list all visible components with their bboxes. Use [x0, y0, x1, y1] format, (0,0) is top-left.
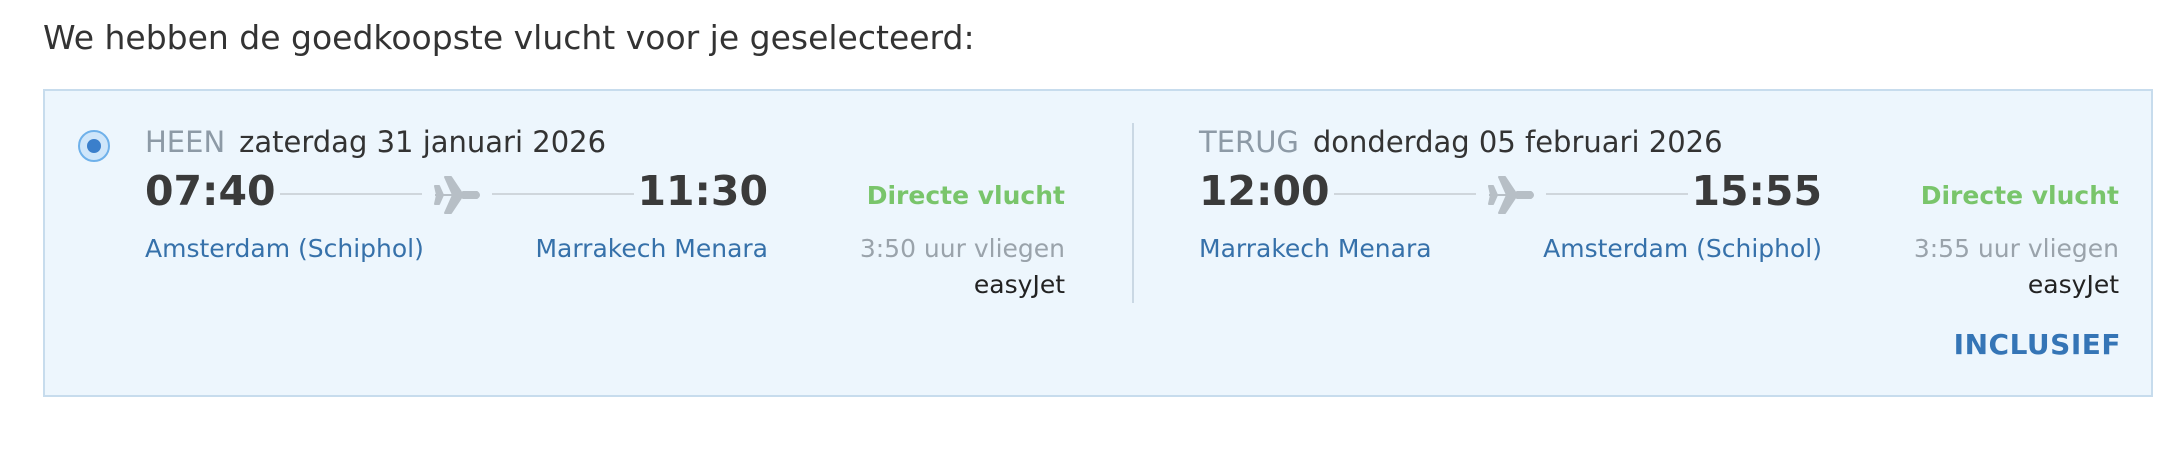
airplane-icon: [1488, 176, 1534, 214]
return-departure-time: 12:00: [1199, 167, 1330, 215]
outbound-date: zaterdag 31 januari 2026: [239, 125, 607, 159]
return-leg: TERUG donderdag 05 februari 2026 12:00 15…: [1199, 123, 2119, 313]
outbound-to-airport: Marrakech Menara: [535, 234, 768, 263]
return-airline: easyJet: [2027, 270, 2119, 299]
return-arrival-time: 15:55: [1691, 167, 1822, 215]
return-to-airport: Amsterdam (Schiphol): [1543, 234, 1822, 263]
return-date: donderdag 05 februari 2026: [1312, 125, 1723, 159]
return-duration: 3:55 uur vliegen: [1913, 234, 2119, 263]
outbound-header: HEEN zaterdag 31 januari 2026: [145, 125, 606, 159]
outbound-direction-label: HEEN: [145, 125, 226, 159]
route-line-right: [1546, 193, 1688, 195]
outbound-departure-time: 07:40: [145, 167, 276, 215]
route-line-left: [1334, 193, 1476, 195]
route-line-right: [492, 193, 634, 195]
inclusief-link[interactable]: INCLUSIEF: [1954, 328, 2121, 361]
outbound-from-airport: Amsterdam (Schiphol): [145, 234, 424, 263]
leg-divider: [1132, 123, 1134, 303]
outbound-leg: HEEN zaterdag 31 januari 2026 07:40 11:30…: [145, 123, 1065, 313]
route-line-left: [280, 193, 422, 195]
return-flight-type: Directe vlucht: [1920, 181, 2119, 210]
outbound-arrival-time: 11:30: [637, 167, 768, 215]
radio-selected-icon[interactable]: [78, 130, 110, 162]
outbound-duration: 3:50 uur vliegen: [859, 234, 1065, 263]
intro-heading: We hebben de goedkoopste vlucht voor je …: [43, 18, 975, 57]
return-direction-label: TERUG: [1199, 125, 1299, 159]
return-from-airport: Marrakech Menara: [1199, 234, 1432, 263]
airplane-icon: [434, 176, 480, 214]
return-header: TERUG donderdag 05 februari 2026: [1199, 125, 1723, 159]
outbound-flight-type: Directe vlucht: [866, 181, 1065, 210]
outbound-airline: easyJet: [973, 270, 1065, 299]
radio-dot: [87, 139, 101, 153]
